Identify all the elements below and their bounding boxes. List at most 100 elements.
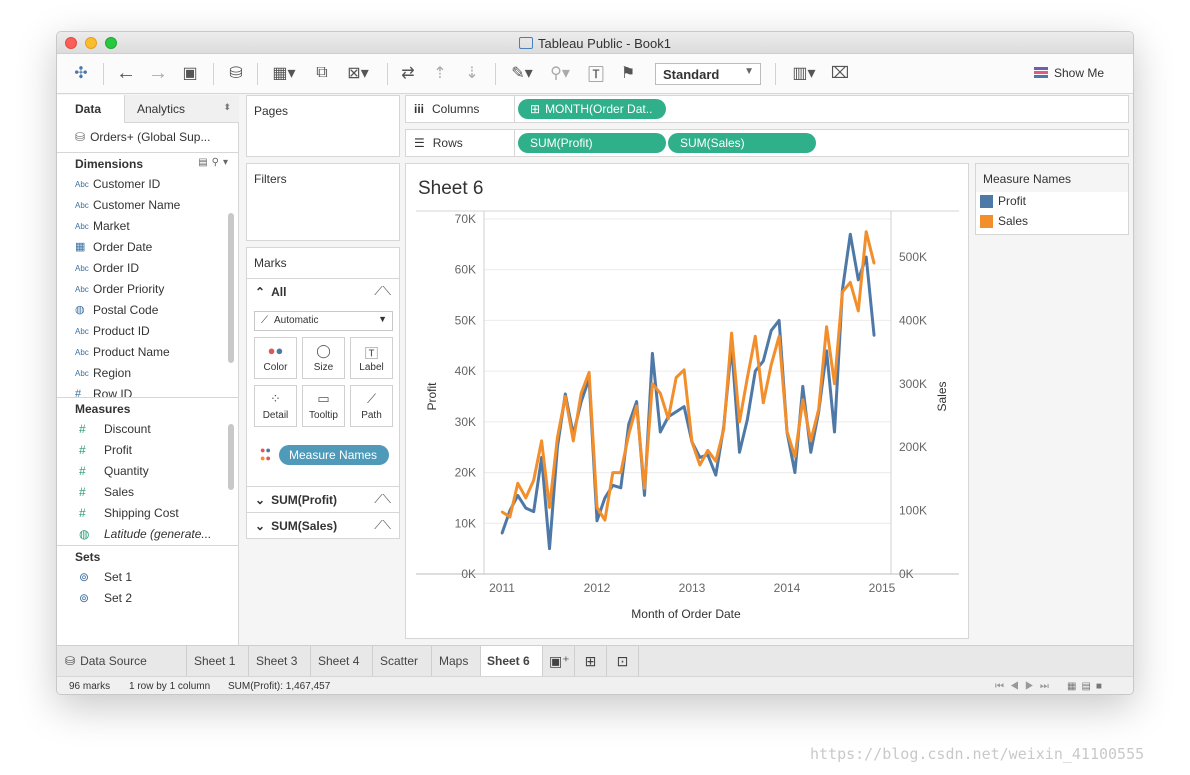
data-source-item[interactable]: ⛁ Orders+ (Global Sup... <box>57 123 238 153</box>
dimension-field[interactable]: Abc Customer Name <box>57 195 238 216</box>
x-tick-label: 2013 <box>679 581 706 595</box>
color-button[interactable]: ●● Color <box>254 337 297 379</box>
measure-names-pill[interactable]: Measure Names <box>279 445 389 465</box>
pages-card[interactable]: Pages <box>246 95 400 157</box>
set-field[interactable]: ⊚ Set 2 <box>57 588 238 609</box>
legend-swatch-sales <box>980 215 993 228</box>
tab-analytics[interactable]: Analytics ⬍ <box>125 95 239 122</box>
status-sum: SUM(Profit): 1,467,457 <box>228 681 331 692</box>
marks-sum-sales-row[interactable]: ⌄ SUM(Sales) ⟋⟍ <box>247 512 399 538</box>
marks-sum-profit-row[interactable]: ⌄ SUM(Profit) ⟋⟍ <box>247 486 399 512</box>
tooltip-button[interactable]: ▭ Tooltip <box>302 385 345 427</box>
path-button[interactable]: ⟋ Path <box>350 385 393 427</box>
measure-field[interactable]: ◍ Latitude (generate... <box>57 524 238 545</box>
highlight-icon[interactable]: ✎▾ <box>507 61 537 85</box>
dimension-field[interactable]: Abc Product ID <box>57 321 238 342</box>
y-tick-label: 10K <box>455 516 476 530</box>
filters-card[interactable]: Filters <box>246 163 400 241</box>
measure-field[interactable]: # Sales <box>57 482 238 503</box>
chevron-down-icon: ▼ <box>744 66 754 77</box>
detail-icon: ⁘ <box>270 391 281 406</box>
dimension-field[interactable]: Abc Customer ID <box>57 174 238 195</box>
columns-shelf[interactable]: iii Columns ⊞ MONTH(Order Dat.. <box>405 95 1129 123</box>
size-button[interactable]: ◯ Size <box>302 337 345 379</box>
data-point-sales <box>595 506 599 509</box>
tab-data[interactable]: Data <box>57 95 125 123</box>
detail-button[interactable]: ⁘ Detail <box>254 385 297 427</box>
new-story-tab-icon[interactable]: ⊡ <box>607 646 639 676</box>
legend-item-sales[interactable]: Sales <box>976 212 1128 232</box>
undo-icon[interactable]: ← <box>115 61 137 85</box>
sort-descending-icon[interactable]: ⇣ <box>461 61 483 85</box>
tab-sheet-6[interactable]: Sheet 6 <box>481 646 543 677</box>
dimension-field[interactable]: ▦ Order Date <box>57 237 238 258</box>
tab-sheet-1[interactable]: Sheet 1 <box>187 646 249 676</box>
data-point-profit <box>635 400 638 403</box>
dimension-field[interactable]: Abc Market <box>57 216 238 237</box>
rows-shelf[interactable]: ☰ Rows SUM(Profit) SUM(Sales) <box>405 129 1129 157</box>
fix-axes-icon[interactable]: ⚑ <box>617 61 639 85</box>
measure-field[interactable]: # Discount <box>57 419 238 440</box>
measures-scrollbar[interactable] <box>228 424 234 490</box>
show-cards-icon[interactable]: ▥▾ <box>787 61 821 85</box>
y-tick-label: 20K <box>455 466 476 480</box>
view-mode-icons[interactable]: ▦▤■ <box>1067 681 1107 692</box>
columns-pill-month-order-date[interactable]: ⊞ MONTH(Order Dat.. <box>518 99 666 119</box>
y2-tick-label: 100K <box>899 504 927 518</box>
clear-sheet-icon[interactable]: ⊠▾ <box>341 61 375 85</box>
tab-sheet-3[interactable]: Sheet 3 <box>249 646 311 676</box>
set-field[interactable]: ⊚ Set 1 <box>57 567 238 588</box>
tab-sheet-4[interactable]: Sheet 4 <box>311 646 373 676</box>
tab-data-source[interactable]: ⛁ Data Source <box>57 646 187 676</box>
group-members-icon[interactable]: ⚲▾ <box>545 61 575 85</box>
data-point-sales <box>540 439 543 443</box>
tab-maps[interactable]: Maps <box>432 646 481 676</box>
data-point-profit <box>793 471 797 474</box>
dimensions-scrollbar[interactable] <box>228 213 234 363</box>
new-data-source-icon[interactable]: ⛁ <box>225 61 247 85</box>
measure-field[interactable]: # Quantity <box>57 461 238 482</box>
line-chart[interactable]: 0K 10K 20K 30K 40K 50K 60K 70K 0K 100K 200K 300K 400… <box>406 164 970 640</box>
measure-field[interactable]: # Shipping Cost <box>57 503 238 524</box>
data-point-sales <box>864 230 868 233</box>
legend-label-profit: Profit <box>998 194 1027 208</box>
dimension-field[interactable]: Abc Order Priority <box>57 279 238 300</box>
presentation-mode-icon[interactable]: ⌧ <box>829 61 851 85</box>
label-icon: 🅃 <box>364 346 378 361</box>
string-icon: Abc <box>75 201 89 210</box>
sheet-nav-icons[interactable]: ⏮◀▶⏭ <box>995 681 1055 692</box>
dimension-field[interactable]: Abc Product Name <box>57 342 238 363</box>
save-icon[interactable]: ▣ <box>179 61 201 85</box>
marks-all-row[interactable]: ⌃ All ⟋⟍ <box>247 278 399 304</box>
mark-type-dropdown[interactable]: ⟋ Automatic ▼ <box>254 311 393 331</box>
new-dashboard-tab-icon[interactable]: ⊞ <box>575 646 607 676</box>
dimension-field[interactable]: ◍ Postal Code <box>57 300 238 321</box>
tableau-logo-icon[interactable]: ✣ <box>71 61 91 85</box>
show-me-button[interactable]: Show Me <box>1034 66 1104 80</box>
new-worksheet-tab-icon[interactable]: ▣⁺ <box>543 646 575 676</box>
dimension-field[interactable]: # Row ID <box>57 384 238 397</box>
swap-rows-columns-icon[interactable]: ⇄ <box>397 61 419 85</box>
dimension-field[interactable]: Abc Order ID <box>57 258 238 279</box>
dimension-tools-icons[interactable]: ▤⚲▾ <box>198 157 232 168</box>
rows-label-text: Rows <box>432 136 463 150</box>
chevron-down-icon: ⌄ <box>255 519 266 533</box>
rows-pill-sum-sales[interactable]: SUM(Sales) <box>668 133 816 153</box>
dimension-field[interactable]: Abc Region <box>57 363 238 384</box>
show-me-label: Show Me <box>1054 66 1105 80</box>
new-worksheet-icon[interactable]: ▦▾ <box>269 61 299 85</box>
rows-pill-sum-profit[interactable]: SUM(Profit) <box>518 133 666 153</box>
sheet-tab-bar: ⛁ Data Source Sheet 1 Sheet 3 Sheet 4 Sca… <box>57 645 1133 677</box>
duplicate-sheet-icon[interactable]: ⧉ <box>311 61 333 85</box>
redo-icon[interactable]: → <box>147 61 169 85</box>
legend-item-profit[interactable]: Profit <box>976 192 1128 212</box>
measure-field[interactable]: # Profit <box>57 440 238 461</box>
label-button[interactable]: 🅃 Label <box>350 337 393 379</box>
show-mark-labels-icon[interactable]: 🅃 <box>585 61 607 85</box>
tab-analytics-label: Analytics <box>137 102 186 116</box>
sum-profit-card-label: SUM(Profit) <box>271 493 338 507</box>
sort-ascending-icon[interactable]: ⇡ <box>429 61 451 85</box>
tab-scatter[interactable]: Scatter <box>373 646 432 676</box>
view-size-dropdown[interactable]: Standard ▼ <box>655 63 761 85</box>
toolbar-divider <box>775 63 776 85</box>
